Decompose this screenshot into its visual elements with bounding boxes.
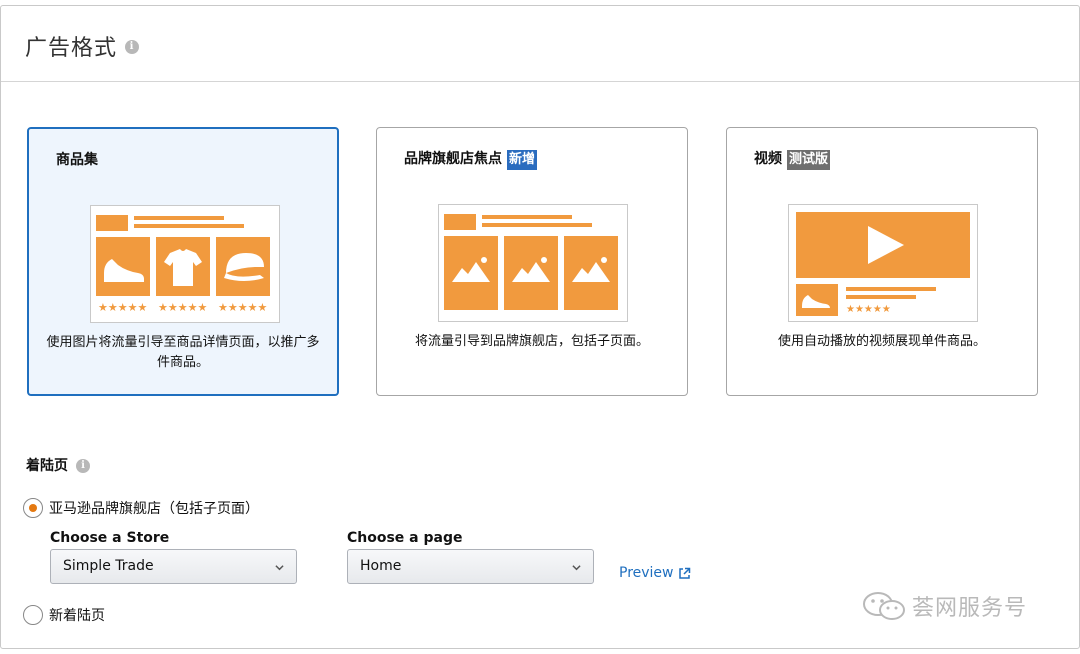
- radio-option-label: 亚马逊品牌旗舰店（包括子页面）: [49, 501, 259, 517]
- svg-text:★★★★★: ★★★★★: [158, 301, 207, 314]
- panel-header: 广告格式 i: [1, 6, 1079, 82]
- watermark-text: 荟网服务号: [912, 596, 1028, 621]
- video-illustration-icon: ★★★★★: [788, 204, 978, 322]
- preview-link-text: Preview: [619, 565, 674, 581]
- new-badge: 新增: [507, 150, 538, 170]
- store-select-value: Simple Trade: [63, 558, 154, 574]
- radio-button-checked[interactable]: [23, 498, 43, 518]
- external-link-icon: [678, 567, 690, 579]
- info-icon[interactable]: i: [76, 459, 90, 473]
- card-title-text: 品牌旗舰店焦点: [404, 151, 502, 167]
- card-description: 将流量引导到品牌旗舰店，包括子页面。: [414, 334, 649, 349]
- panel-title: 广告格式 i: [25, 30, 140, 62]
- choose-page-label: Choose a page: [347, 530, 463, 546]
- card-title: 视频 测试版: [754, 148, 831, 170]
- ad-format-card-video[interactable]: 视频 测试版 ★★★★★ 使用自动播放的视频展现单件商品。: [726, 127, 1038, 396]
- ad-format-card-store-spotlight[interactable]: 品牌旗舰店焦点 新增 将流量引导到品牌旗舰店，包括子页面。: [376, 127, 688, 396]
- card-title: 品牌旗舰店焦点 新增: [404, 148, 538, 170]
- card-title-text: 商品集: [56, 152, 98, 168]
- chevron-down-icon: [572, 565, 581, 571]
- store-select[interactable]: Simple Trade: [50, 549, 297, 584]
- info-icon[interactable]: i: [125, 40, 140, 54]
- store-spotlight-illustration-icon: [438, 204, 628, 322]
- product-collection-illustration-icon: ★★★★★ ★★★★★ ★★★★★: [90, 205, 280, 323]
- svg-text:★★★★★: ★★★★★: [218, 301, 267, 314]
- card-title: 商品集: [56, 149, 98, 169]
- panel-title-text: 广告格式: [25, 36, 118, 61]
- svg-text:★★★★★: ★★★★★: [98, 301, 147, 314]
- ad-format-card-product-collection[interactable]: 商品集 ★★★★★ ★★★★★ ★★★★★ 使用图片将流量引导至商品详情页面，以…: [27, 127, 339, 396]
- radio-option-label: 新着陆页: [49, 608, 105, 624]
- landing-page-label-text: 着陆页: [26, 458, 68, 474]
- watermark: 荟网服务号: [862, 590, 1027, 622]
- radio-button-unchecked[interactable]: [23, 605, 43, 625]
- card-description: 使用自动播放的视频展现单件商品。: [777, 334, 986, 349]
- page-select-value: Home: [360, 558, 402, 574]
- page-select[interactable]: Home: [347, 549, 594, 584]
- radio-option-brand-store[interactable]: 亚马逊品牌旗舰店（包括子页面）: [23, 498, 259, 518]
- chevron-down-icon: [275, 565, 284, 571]
- beta-badge: 测试版: [787, 150, 831, 170]
- card-title-text: 视频: [754, 151, 782, 167]
- svg-text:★★★★★: ★★★★★: [846, 304, 891, 315]
- radio-option-new-landing-page[interactable]: 新着陆页: [23, 605, 105, 625]
- landing-page-section-label: 着陆页 i: [26, 455, 90, 475]
- wechat-icon: [863, 592, 905, 620]
- choose-store-label: Choose a Store: [50, 530, 170, 546]
- preview-link[interactable]: Preview: [619, 565, 691, 581]
- card-description: 使用图片将流量引导至商品详情页面，以推广多件商品。: [46, 335, 320, 370]
